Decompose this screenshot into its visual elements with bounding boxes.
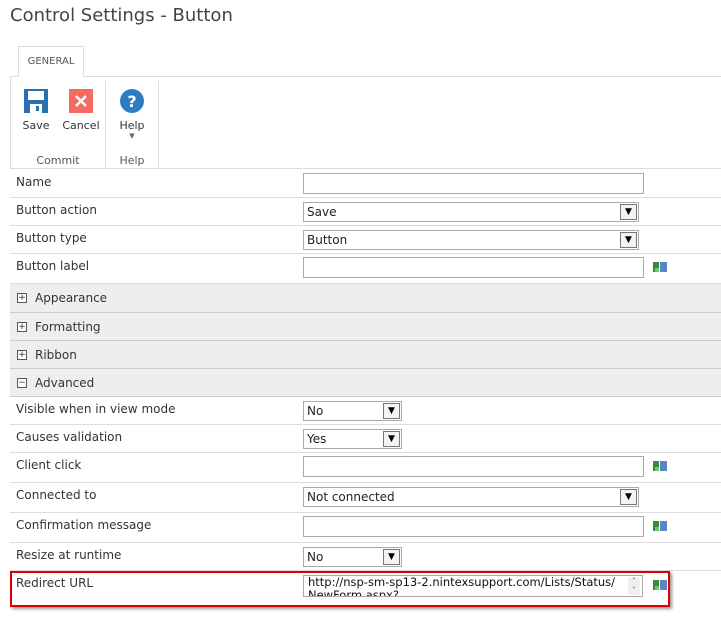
help-group: ? Help ▼ Help [106, 81, 159, 169]
section-appearance[interactable]: + Appearance [10, 284, 721, 313]
save-label: Save [22, 119, 50, 132]
row-client-click: Client click [10, 453, 721, 483]
insert-reference-icon[interactable] [653, 460, 667, 472]
insert-reference-icon[interactable] [653, 520, 667, 532]
chevron-down-icon: ▼ [620, 204, 637, 220]
field-label: Name [16, 175, 52, 189]
redirect-url-textarea[interactable]: http://nsp-sm-sp13-2.nintexsupport.com/L… [303, 575, 643, 597]
cancel-icon [69, 89, 93, 113]
confirmation-input[interactable] [303, 516, 644, 537]
expand-icon[interactable]: + [17, 293, 27, 303]
field-label: Visible when in view mode [16, 402, 176, 416]
cancel-button[interactable]: Cancel [59, 89, 103, 132]
expand-icon[interactable]: + [17, 350, 27, 360]
section-formatting[interactable]: + Formatting [10, 313, 721, 341]
row-resize: Resize at runtime No ▼ [10, 543, 721, 571]
row-visible-view: Visible when in view mode No ▼ [10, 397, 721, 425]
ribbon: Save Cancel Commit ? Help ▼ Help [10, 76, 721, 169]
select-value: Not connected [307, 490, 395, 504]
chevron-down-icon: ▼ [383, 403, 400, 419]
tab-general[interactable]: GENERAL [18, 46, 84, 77]
collapse-icon[interactable]: − [17, 378, 27, 388]
svg-text:?: ? [127, 92, 136, 111]
resize-select[interactable]: No ▼ [303, 547, 402, 567]
save-button[interactable]: Save [17, 89, 55, 132]
field-label: Confirmation message [16, 518, 152, 532]
textarea-scrollbar[interactable]: ˄ ˅ [628, 577, 640, 595]
select-value: Save [307, 205, 337, 219]
save-icon [24, 89, 48, 113]
field-label: Button action [16, 203, 97, 217]
commit-group-label: Commit [36, 154, 80, 167]
row-button-type: Button type Button ▼ [10, 226, 721, 254]
button-type-select[interactable]: Button ▼ [303, 230, 639, 250]
section-label: Ribbon [35, 348, 77, 362]
insert-reference-icon[interactable] [653, 261, 667, 273]
client-click-input[interactable] [303, 456, 644, 477]
row-button-label: Button label [10, 254, 721, 284]
select-value: Yes [307, 432, 327, 446]
chevron-down-icon: ▼ [620, 489, 637, 505]
insert-reference-icon[interactable] [653, 579, 667, 591]
row-button-action: Button action Save ▼ [10, 198, 721, 226]
button-action-select[interactable]: Save ▼ [303, 202, 639, 222]
chevron-down-icon: ▼ [620, 232, 637, 248]
row-redirect-url: Redirect URL http://nsp-sm-sp13-2.nintex… [10, 571, 670, 607]
field-label: Connected to [16, 488, 97, 502]
select-value: No [307, 550, 324, 564]
settings-grid: Name Button action Save ▼ Button type But… [10, 170, 721, 607]
textarea-value: http://nsp-sm-sp13-2.nintexsupport.com/L… [308, 575, 616, 597]
chevron-down-icon: ▼ [383, 431, 400, 447]
select-value: No [307, 404, 324, 418]
expand-icon[interactable]: + [17, 322, 27, 332]
section-advanced[interactable]: − Advanced [10, 369, 721, 397]
visible-view-select[interactable]: No ▼ [303, 401, 402, 421]
select-value: Button [307, 233, 348, 247]
name-input[interactable] [303, 173, 644, 194]
help-button[interactable]: ? Help ▼ [114, 89, 150, 140]
field-label: Redirect URL [16, 576, 94, 590]
causes-validation-select[interactable]: Yes ▼ [303, 429, 402, 449]
button-label-input[interactable] [303, 257, 644, 278]
section-label: Appearance [35, 291, 108, 305]
connected-to-select[interactable]: Not connected ▼ [303, 487, 639, 507]
row-name: Name [10, 170, 721, 198]
dropdown-arrow-icon: ▼ [129, 132, 135, 140]
help-label: Help [119, 119, 145, 132]
help-group-label: Help [119, 154, 145, 167]
section-label: Formatting [35, 320, 101, 334]
commit-group: Save Cancel Commit [11, 81, 106, 169]
field-label: Causes validation [16, 430, 123, 444]
row-causes-validation: Causes validation Yes ▼ [10, 425, 721, 453]
field-label: Resize at runtime [16, 548, 122, 562]
chevron-down-icon: ▼ [383, 549, 400, 565]
field-label: Button label [16, 259, 90, 273]
section-label: Advanced [35, 376, 95, 390]
cancel-label: Cancel [62, 119, 100, 132]
row-connected-to: Connected to Not connected ▼ [10, 483, 721, 513]
field-label: Button type [16, 231, 87, 245]
dialog-title: Control Settings - Button [10, 5, 233, 26]
row-confirmation: Confirmation message [10, 513, 721, 543]
help-icon: ? [120, 89, 144, 113]
section-ribbon[interactable]: + Ribbon [10, 341, 721, 369]
field-label: Client click [16, 458, 82, 472]
